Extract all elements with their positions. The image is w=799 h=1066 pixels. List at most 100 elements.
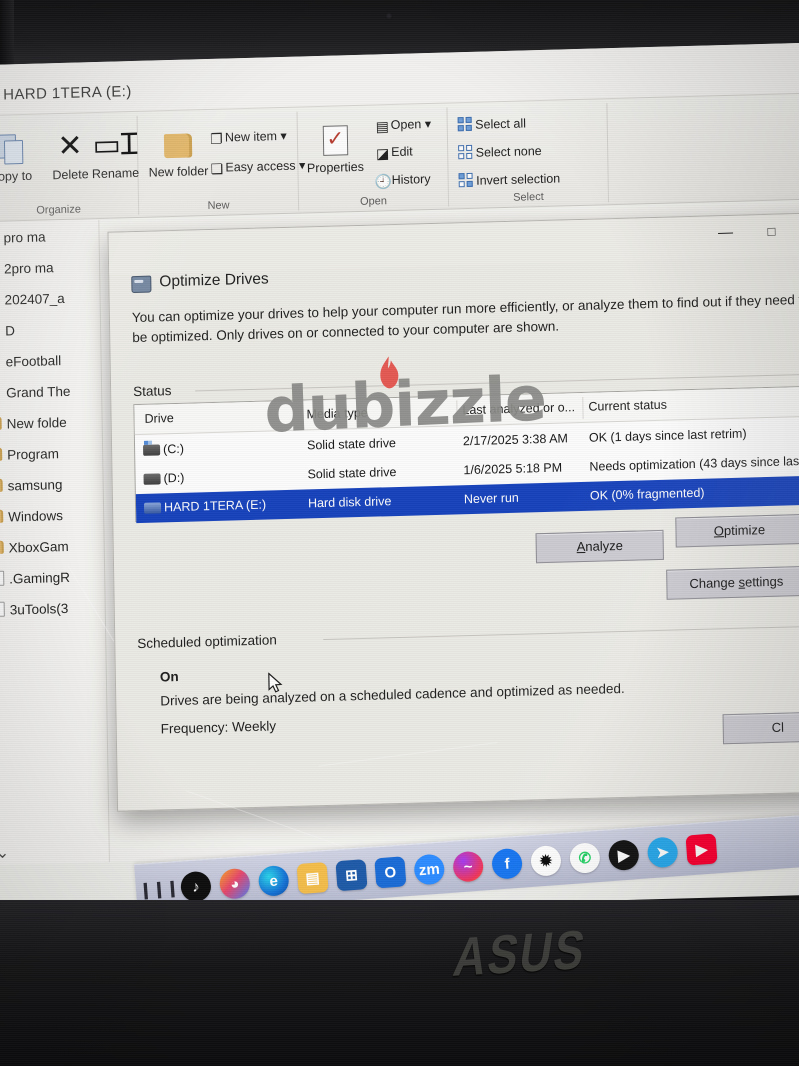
chevron-down-icon: ▾ bbox=[280, 128, 287, 144]
nav-item[interactable]: New folde bbox=[0, 406, 102, 440]
close-button[interactable]: Cl bbox=[722, 711, 799, 745]
telegram-icon[interactable]: ➤ bbox=[646, 836, 679, 869]
ribbon-group-open: Properties ▤Open ▾ ◪Edit 🕘History Open bbox=[297, 107, 450, 211]
optimize-drives-icon bbox=[131, 275, 152, 294]
messenger-icon[interactable]: ~ bbox=[452, 850, 485, 883]
whatsapp-icon[interactable]: ✆ bbox=[568, 841, 601, 875]
dialog-title: Optimize Drives bbox=[159, 270, 269, 291]
nav-item[interactable]: eFootball bbox=[0, 344, 101, 378]
new-folder-button[interactable]: New folder bbox=[146, 122, 211, 180]
file-explorer-icon[interactable]: ▤ bbox=[296, 861, 329, 895]
nav-item[interactable]: XboxGam bbox=[0, 530, 104, 564]
microsoft-edge-icon[interactable]: e bbox=[257, 864, 290, 897]
cell-current-status: OK (0% fragmented) bbox=[589, 485, 705, 503]
drives-listbox[interactable]: Drive Media type Last analyzed or o... C… bbox=[133, 385, 799, 524]
rename-icon: ▭Ɪ bbox=[92, 127, 138, 163]
change-settings-button[interactable]: Change settings bbox=[666, 565, 799, 600]
invert-selection-label: Invert selection bbox=[476, 171, 561, 188]
nav-item[interactable]: D bbox=[0, 313, 100, 347]
properties-button[interactable]: Properties bbox=[300, 118, 371, 176]
column-divider[interactable] bbox=[300, 404, 302, 427]
nav-item-label: 3uTools(3 bbox=[9, 600, 69, 618]
nav-item-label: New folde bbox=[6, 414, 67, 432]
select-all-icon bbox=[457, 116, 472, 132]
select-all-button[interactable]: Select all bbox=[457, 115, 526, 132]
column-divider[interactable] bbox=[456, 400, 458, 423]
nav-item[interactable]: Windows bbox=[0, 499, 103, 533]
scheduled-frequency: Frequency: Weekly bbox=[160, 718, 277, 737]
status-section-label: Status bbox=[133, 383, 172, 400]
nav-item-label: Grand The bbox=[6, 383, 71, 401]
rename-button[interactable]: ▭Ɪ Rename bbox=[86, 124, 145, 182]
invert-selection-icon bbox=[458, 172, 473, 188]
nav-item-label: 2pro ma bbox=[3, 260, 54, 277]
new-item-menu[interactable]: ❐ New item ▾ bbox=[208, 128, 287, 148]
edit-button[interactable]: ◪ Edit bbox=[374, 144, 413, 162]
outlook-icon[interactable]: O bbox=[374, 856, 407, 889]
easy-access-label: Easy access bbox=[225, 158, 296, 175]
cell-current-status: OK (1 days since last retrim) bbox=[588, 426, 747, 445]
folder-icon bbox=[0, 509, 4, 524]
change-settings-label: Change settings bbox=[689, 573, 784, 592]
nav-item[interactable]: Program bbox=[0, 437, 102, 471]
column-header-current-status[interactable]: Current status bbox=[588, 398, 667, 414]
select-none-icon bbox=[458, 144, 473, 160]
folder-icon bbox=[0, 540, 4, 555]
nav-item[interactable]: pro ma bbox=[0, 220, 99, 254]
cell-media-type: Solid state drive bbox=[306, 436, 397, 453]
column-divider[interactable] bbox=[582, 396, 584, 419]
history-icon: 🕘 bbox=[374, 173, 393, 190]
ribbon-group-new: New folder ❐ New item ▾ ❏ Easy access ▾ Ne… bbox=[137, 111, 305, 215]
new-item-label: New item bbox=[224, 129, 278, 145]
nav-item[interactable]: 3uTools(3 bbox=[0, 592, 105, 626]
column-header-drive[interactable]: Drive bbox=[144, 411, 173, 426]
select-none-button[interactable]: Select none bbox=[458, 143, 542, 160]
open-menu[interactable]: ▤ Open ▾ bbox=[374, 116, 432, 136]
youtube-icon[interactable]: ▶ bbox=[685, 833, 718, 866]
copy-to-button[interactable]: Copy to bbox=[0, 126, 43, 184]
ribbon-group-organize-caption: Organize bbox=[36, 203, 82, 217]
microsoft-store-icon[interactable]: ⊞ bbox=[335, 859, 368, 892]
facebook-icon[interactable]: f bbox=[491, 847, 524, 880]
nav-item[interactable]: 202407_a bbox=[0, 282, 100, 316]
nav-item-label: Windows bbox=[8, 508, 64, 525]
nav-item[interactable]: Grand The bbox=[0, 375, 101, 409]
navigation-pane[interactable]: pro ma 2pro ma 202407_a DeFootball Grand The… bbox=[0, 219, 110, 866]
file-icon bbox=[0, 570, 5, 587]
nav-item-label: eFootball bbox=[5, 353, 62, 370]
invert-selection-button[interactable]: Invert selection bbox=[458, 170, 561, 188]
column-header-media-type[interactable]: Media type bbox=[306, 406, 367, 422]
edit-label: Edit bbox=[391, 144, 413, 160]
system-drive-icon bbox=[143, 444, 161, 456]
folder-icon bbox=[0, 447, 3, 462]
scheduled-section-divider bbox=[323, 625, 799, 641]
history-button[interactable]: 🕘History bbox=[375, 172, 431, 191]
optimize-label: Optimize bbox=[713, 522, 766, 539]
chatgpt-icon[interactable]: ✹ bbox=[529, 844, 563, 877]
minimize-button[interactable]: — bbox=[702, 215, 749, 250]
media-player-icon[interactable]: ▶ bbox=[607, 839, 640, 872]
easy-access-menu[interactable]: ❏ Easy access ▾ bbox=[208, 157, 306, 178]
folder-icon bbox=[146, 122, 211, 166]
nav-item-label: 202407_a bbox=[4, 290, 65, 308]
close-label: Cl bbox=[771, 719, 785, 735]
chevron-down-icon[interactable]: ⌄ bbox=[0, 843, 9, 863]
new-folder-label: New folder bbox=[148, 163, 209, 180]
zoom-icon[interactable]: zm bbox=[413, 853, 446, 886]
column-header-last-analyzed[interactable]: Last analyzed or o... bbox=[462, 400, 575, 417]
laptop-screen-photo: HARD 1TERA (E:) Copy to ✕ Delete ▭Ɪ Rena… bbox=[0, 0, 799, 1066]
scheduled-state: On bbox=[159, 668, 179, 685]
chevron-down-icon: ▾ bbox=[424, 116, 432, 132]
optimize-button[interactable]: Optimize bbox=[675, 514, 799, 548]
rename-label: Rename bbox=[91, 165, 140, 182]
tiktok-icon[interactable]: ♪ bbox=[179, 870, 212, 903]
nav-item[interactable]: samsung bbox=[0, 468, 103, 502]
analyze-button[interactable]: Analyze bbox=[535, 529, 664, 564]
nav-item[interactable]: 2pro ma bbox=[0, 251, 99, 285]
maximize-button[interactable]: □ bbox=[748, 214, 795, 249]
task-view-icon[interactable]: ❙❙❙ bbox=[138, 877, 179, 901]
copilot-icon[interactable]: ◕ bbox=[218, 867, 251, 900]
nav-item[interactable]: .GamingR bbox=[0, 561, 104, 595]
ribbon-group-select-caption: Select bbox=[513, 190, 544, 204]
explorer-address-title: HARD 1TERA (E:) bbox=[3, 83, 132, 104]
